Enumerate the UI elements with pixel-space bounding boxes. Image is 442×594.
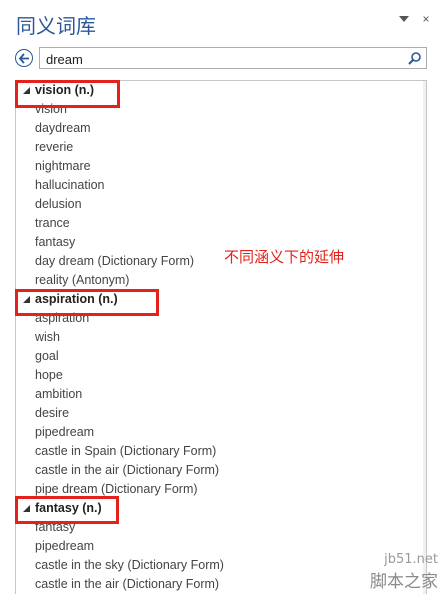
group-header-label: fantasy (n.) [35, 501, 102, 515]
collapse-triangle-icon[interactable] [23, 296, 30, 303]
collapse-triangle-icon[interactable] [23, 87, 30, 94]
synonym-item[interactable]: day dream (Dictionary Form) [16, 252, 426, 271]
watermark-site: 脚本之家 [370, 572, 438, 592]
results-list: vision (n.) vision daydream reverie nightmar… [15, 80, 427, 594]
result-group: fantasy (n.) fantasy pipedream castle in th… [16, 499, 426, 594]
synonym-item[interactable]: fantasy [16, 233, 426, 252]
synonym-item[interactable]: goal [16, 347, 426, 366]
synonym-item[interactable]: nightmare [16, 157, 426, 176]
synonym-item[interactable]: reality (Antonym) [16, 271, 426, 290]
group-header[interactable]: aspiration (n.) [16, 290, 426, 309]
synonym-item[interactable]: castle in the sky (Dictionary Form) [16, 556, 426, 575]
watermark-url: jb51.net [384, 552, 438, 567]
synonym-item[interactable]: trance [16, 214, 426, 233]
close-icon[interactable]: × [420, 12, 432, 26]
result-group: vision (n.) vision daydream reverie nightmar… [16, 81, 426, 290]
group-header[interactable]: fantasy (n.) [16, 499, 426, 518]
search-input[interactable] [46, 50, 396, 68]
group-header-label: vision (n.) [35, 83, 95, 97]
synonym-item[interactable]: wish [16, 328, 426, 347]
synonym-item[interactable]: daydream [16, 119, 426, 138]
synonym-item[interactable]: desire [16, 404, 426, 423]
dropdown-arrow-icon[interactable] [398, 13, 410, 25]
synonym-item[interactable]: castle in the air (Dictionary Form) [16, 575, 426, 594]
pane-title: 同义词库 [16, 14, 96, 38]
annotation-text: 不同涵义下的延伸 [224, 248, 345, 266]
search-box [39, 47, 427, 69]
synonym-item[interactable]: hallucination [16, 176, 426, 195]
synonym-item[interactable]: pipedream [16, 537, 426, 556]
synonym-item[interactable]: castle in the air (Dictionary Form) [16, 461, 426, 480]
search-row [15, 47, 427, 69]
synonym-item[interactable]: pipe dream (Dictionary Form) [16, 480, 426, 499]
search-icon[interactable] [407, 51, 422, 66]
collapse-triangle-icon[interactable] [23, 505, 30, 512]
group-header[interactable]: vision (n.) [16, 81, 426, 100]
pane-controls: × [398, 12, 432, 26]
watermark: jb51.net 脚本之家 [370, 552, 438, 592]
synonym-item[interactable]: vision [16, 100, 426, 119]
back-arrow-icon[interactable] [15, 49, 33, 67]
synonym-item[interactable]: ambition [16, 385, 426, 404]
result-group: aspiration (n.) aspiration wish goal hope amb… [16, 290, 426, 499]
synonym-item[interactable]: reverie [16, 138, 426, 157]
group-header-label: aspiration (n.) [35, 292, 118, 306]
synonym-item[interactable]: aspiration [16, 309, 426, 328]
synonym-item[interactable]: castle in Spain (Dictionary Form) [16, 442, 426, 461]
synonym-item[interactable]: pipedream [16, 423, 426, 442]
synonym-item[interactable]: hope [16, 366, 426, 385]
synonym-item[interactable]: fantasy [16, 518, 426, 537]
synonym-item[interactable]: delusion [16, 195, 426, 214]
